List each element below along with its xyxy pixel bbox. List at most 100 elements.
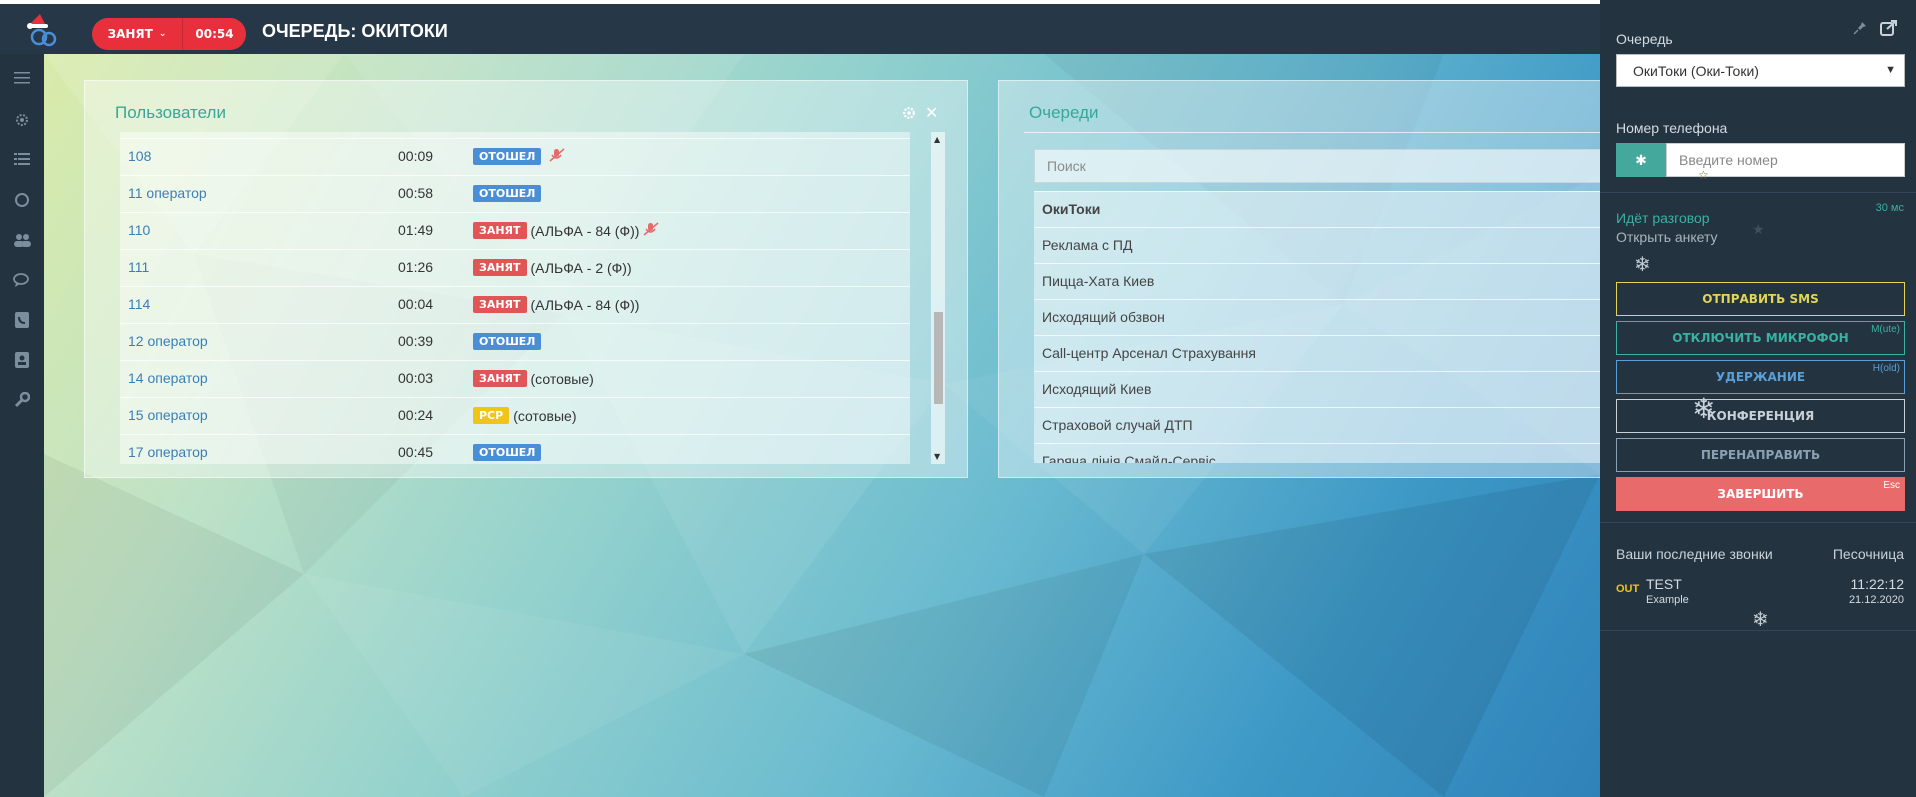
phone-book-icon[interactable] xyxy=(12,310,32,330)
table-row[interactable]: 108 00:09 ОТОШЕЛ xyxy=(120,138,910,175)
call-direction: OUT xyxy=(1616,583,1640,595)
gear-icon[interactable] xyxy=(12,110,32,130)
user-status-time: 00:09 xyxy=(398,148,434,164)
pin-icon[interactable] xyxy=(1852,20,1868,36)
mic-off-icon xyxy=(643,222,659,239)
call-contact-name: TEST xyxy=(1646,576,1682,592)
queue-search-input[interactable]: Поиск xyxy=(1034,149,1600,183)
snowflake-icon: ❄ xyxy=(1752,609,1769,631)
hotkey-hint: M(ute) xyxy=(1871,324,1900,335)
dial-options-button[interactable]: ✱ xyxy=(1616,143,1666,177)
user-status: ЗАНЯТ (АЛЬФА - 2 (Ф)) xyxy=(473,259,632,276)
list-icon[interactable] xyxy=(12,149,32,169)
user-status: ОТОШЕЛ xyxy=(473,333,545,350)
status-badge: РСР xyxy=(473,407,510,424)
end-call-button[interactable]: ЗАВЕРШИТЬ Esc xyxy=(1616,477,1905,511)
user-name[interactable]: 12 оператор xyxy=(128,333,208,349)
users-list: 108 00:09 ОТОШЕЛ 11 оператор 00:58 ОТОШЕЛ 110 0… xyxy=(120,132,910,464)
list-item[interactable]: ОкиТоки xyxy=(1034,191,1600,227)
users-panel-title: Пользователи xyxy=(115,103,226,122)
recent-calls-title: Ваши последние звонки xyxy=(1616,546,1773,562)
call-time: 11:22:12 xyxy=(1850,576,1904,592)
table-row[interactable]: 114 00:04 ЗАНЯТ (АЛЬФА - 84 (Ф)) xyxy=(120,286,910,323)
gear-icon[interactable] xyxy=(902,105,916,119)
user-name[interactable]: 11 оператор xyxy=(128,185,207,201)
user-name[interactable]: 114 xyxy=(128,296,150,312)
chevron-down-icon: ▼ xyxy=(1885,64,1896,76)
table-row[interactable]: 11 оператор 00:58 ОТОШЕЛ xyxy=(120,175,910,212)
top-bar: ЗАНЯТ ⌄ 00:54 ОЧЕРЕДЬ: ОКИТОКИ xyxy=(0,0,1600,54)
user-name[interactable]: 110 xyxy=(128,222,150,238)
list-item[interactable]: Исходящий Киев xyxy=(1034,371,1600,407)
scroll-down-icon[interactable]: ▼ xyxy=(934,452,940,461)
send-sms-button[interactable]: ОТПРАВИТЬ SMS xyxy=(1616,282,1905,316)
page-title: ОЧЕРЕДЬ: ОКИТОКИ xyxy=(262,21,448,41)
status-label: ЗАНЯТ xyxy=(107,27,153,41)
user-status-time: 00:39 xyxy=(398,333,434,349)
status-badge: ЗАНЯТ xyxy=(473,259,527,276)
hold-button[interactable]: УДЕРЖАНИЕ H(old) xyxy=(1616,360,1905,394)
menu-icon[interactable] xyxy=(12,68,32,88)
users-scrollbar[interactable]: ▲ ▼ xyxy=(931,132,945,464)
close-icon[interactable]: ✕ xyxy=(925,103,938,122)
conference-button[interactable]: КОНФЕРЕНЦИЯ xyxy=(1616,399,1905,433)
user-status: ОТОШЕЛ xyxy=(473,148,565,165)
list-item[interactable]: Пицца-Хата Киев xyxy=(1034,263,1600,299)
scroll-thumb[interactable] xyxy=(934,312,943,404)
user-status-time: 01:26 xyxy=(398,259,434,275)
user-name[interactable]: 14 оператор xyxy=(128,370,208,386)
table-row[interactable]: 15 оператор 00:24 РСР (сотовые) xyxy=(120,397,910,434)
button-label: ПЕРЕНАПРАВИТЬ xyxy=(1700,448,1821,462)
open-form-link[interactable]: Открыть анкету xyxy=(1616,229,1718,245)
user-status-time: 00:04 xyxy=(398,296,434,312)
call-date: 21.12.2020 xyxy=(1848,594,1904,606)
wrench-icon[interactable] xyxy=(12,390,32,410)
queue-select-value: ОкиТоки (Оки-Токи) xyxy=(1633,63,1759,79)
user-status-time: 00:58 xyxy=(398,185,434,201)
button-label: ОТКЛЮЧИТЬ МИКРОФОН xyxy=(1672,331,1849,345)
user-name[interactable]: 15 оператор xyxy=(128,407,208,423)
user-name[interactable]: 108 xyxy=(128,148,151,164)
phone-label: Номер телефона xyxy=(1616,120,1728,136)
chat-icon[interactable] xyxy=(12,270,32,290)
logo[interactable] xyxy=(22,12,62,48)
status-badge: ЗАНЯТ xyxy=(473,370,527,387)
list-item[interactable]: Страховой случай ДТП xyxy=(1034,407,1600,443)
table-row[interactable]: 110 01:49 ЗАНЯТ (АЛЬФА - 84 (Ф)) xyxy=(120,212,910,249)
table-row[interactable]: 12 оператор 00:39 ОТОШЕЛ xyxy=(120,323,910,360)
contact-card-icon[interactable] xyxy=(12,350,32,370)
status-badge: ОТОШЕЛ xyxy=(473,444,542,461)
table-row[interactable]: 111 01:26 ЗАНЯТ (АЛЬФА - 2 (Ф)) xyxy=(120,249,910,286)
circle-icon[interactable] xyxy=(12,190,32,210)
status-badge: ЗАНЯТ xyxy=(473,222,527,239)
mute-microphone-button[interactable]: ОТКЛЮЧИТЬ МИКРОФОН M(ute) xyxy=(1616,321,1905,355)
divider xyxy=(1600,522,1916,523)
status-badge: ОТОШЕЛ xyxy=(473,185,542,202)
list-item[interactable]: Гаряча лінія Смайл-Сервіс xyxy=(1034,443,1600,463)
divider xyxy=(1600,630,1916,631)
logout-icon[interactable] xyxy=(1880,19,1898,37)
scroll-up-icon[interactable]: ▲ xyxy=(934,135,940,144)
users-icon[interactable] xyxy=(12,230,32,250)
user-name[interactable]: 111 xyxy=(128,259,149,275)
list-item[interactable]: Исходящий обзвон xyxy=(1034,299,1600,335)
list-item[interactable]: Реклама с ПД xyxy=(1034,227,1600,263)
user-name[interactable]: 17 оператор xyxy=(128,444,208,460)
status-timer: 00:54 xyxy=(195,27,234,41)
queues-panel-title: Очереди xyxy=(1029,103,1099,122)
status-badge: ОТОШЕЛ xyxy=(473,333,542,350)
status-dropdown[interactable]: ЗАНЯТ ⌄ 00:54 xyxy=(92,18,246,50)
queue-select[interactable]: ОкиТоки (Оки-Токи) ▼ xyxy=(1616,54,1905,87)
list-item[interactable]: Call-центр Арсенал Страхування xyxy=(1034,335,1600,371)
workspace: Пользователи ✕ 108 00:09 ОТОШЕЛ 11 оператор… xyxy=(44,54,1600,797)
transfer-button[interactable]: ПЕРЕНАПРАВИТЬ xyxy=(1616,438,1905,472)
chevron-down-icon: ⌄ xyxy=(158,29,167,39)
user-status-detail: (АЛЬФА - 84 (Ф)) xyxy=(530,296,640,313)
call-side-panel: Очередь ОкиТоки (Оки-Токи) ▼ Номер телеф… xyxy=(1600,0,1916,797)
user-status: РСР (сотовые) xyxy=(473,407,577,424)
queue-label: Очередь xyxy=(1616,31,1673,47)
user-status-time: 00:03 xyxy=(398,370,434,386)
call-status: Идёт разговор xyxy=(1616,210,1710,226)
table-row[interactable]: 14 оператор 00:03 ЗАНЯТ (сотовые) xyxy=(120,360,910,397)
table-row[interactable]: 17 оператор 00:45 ОТОШЕЛ xyxy=(120,434,910,464)
